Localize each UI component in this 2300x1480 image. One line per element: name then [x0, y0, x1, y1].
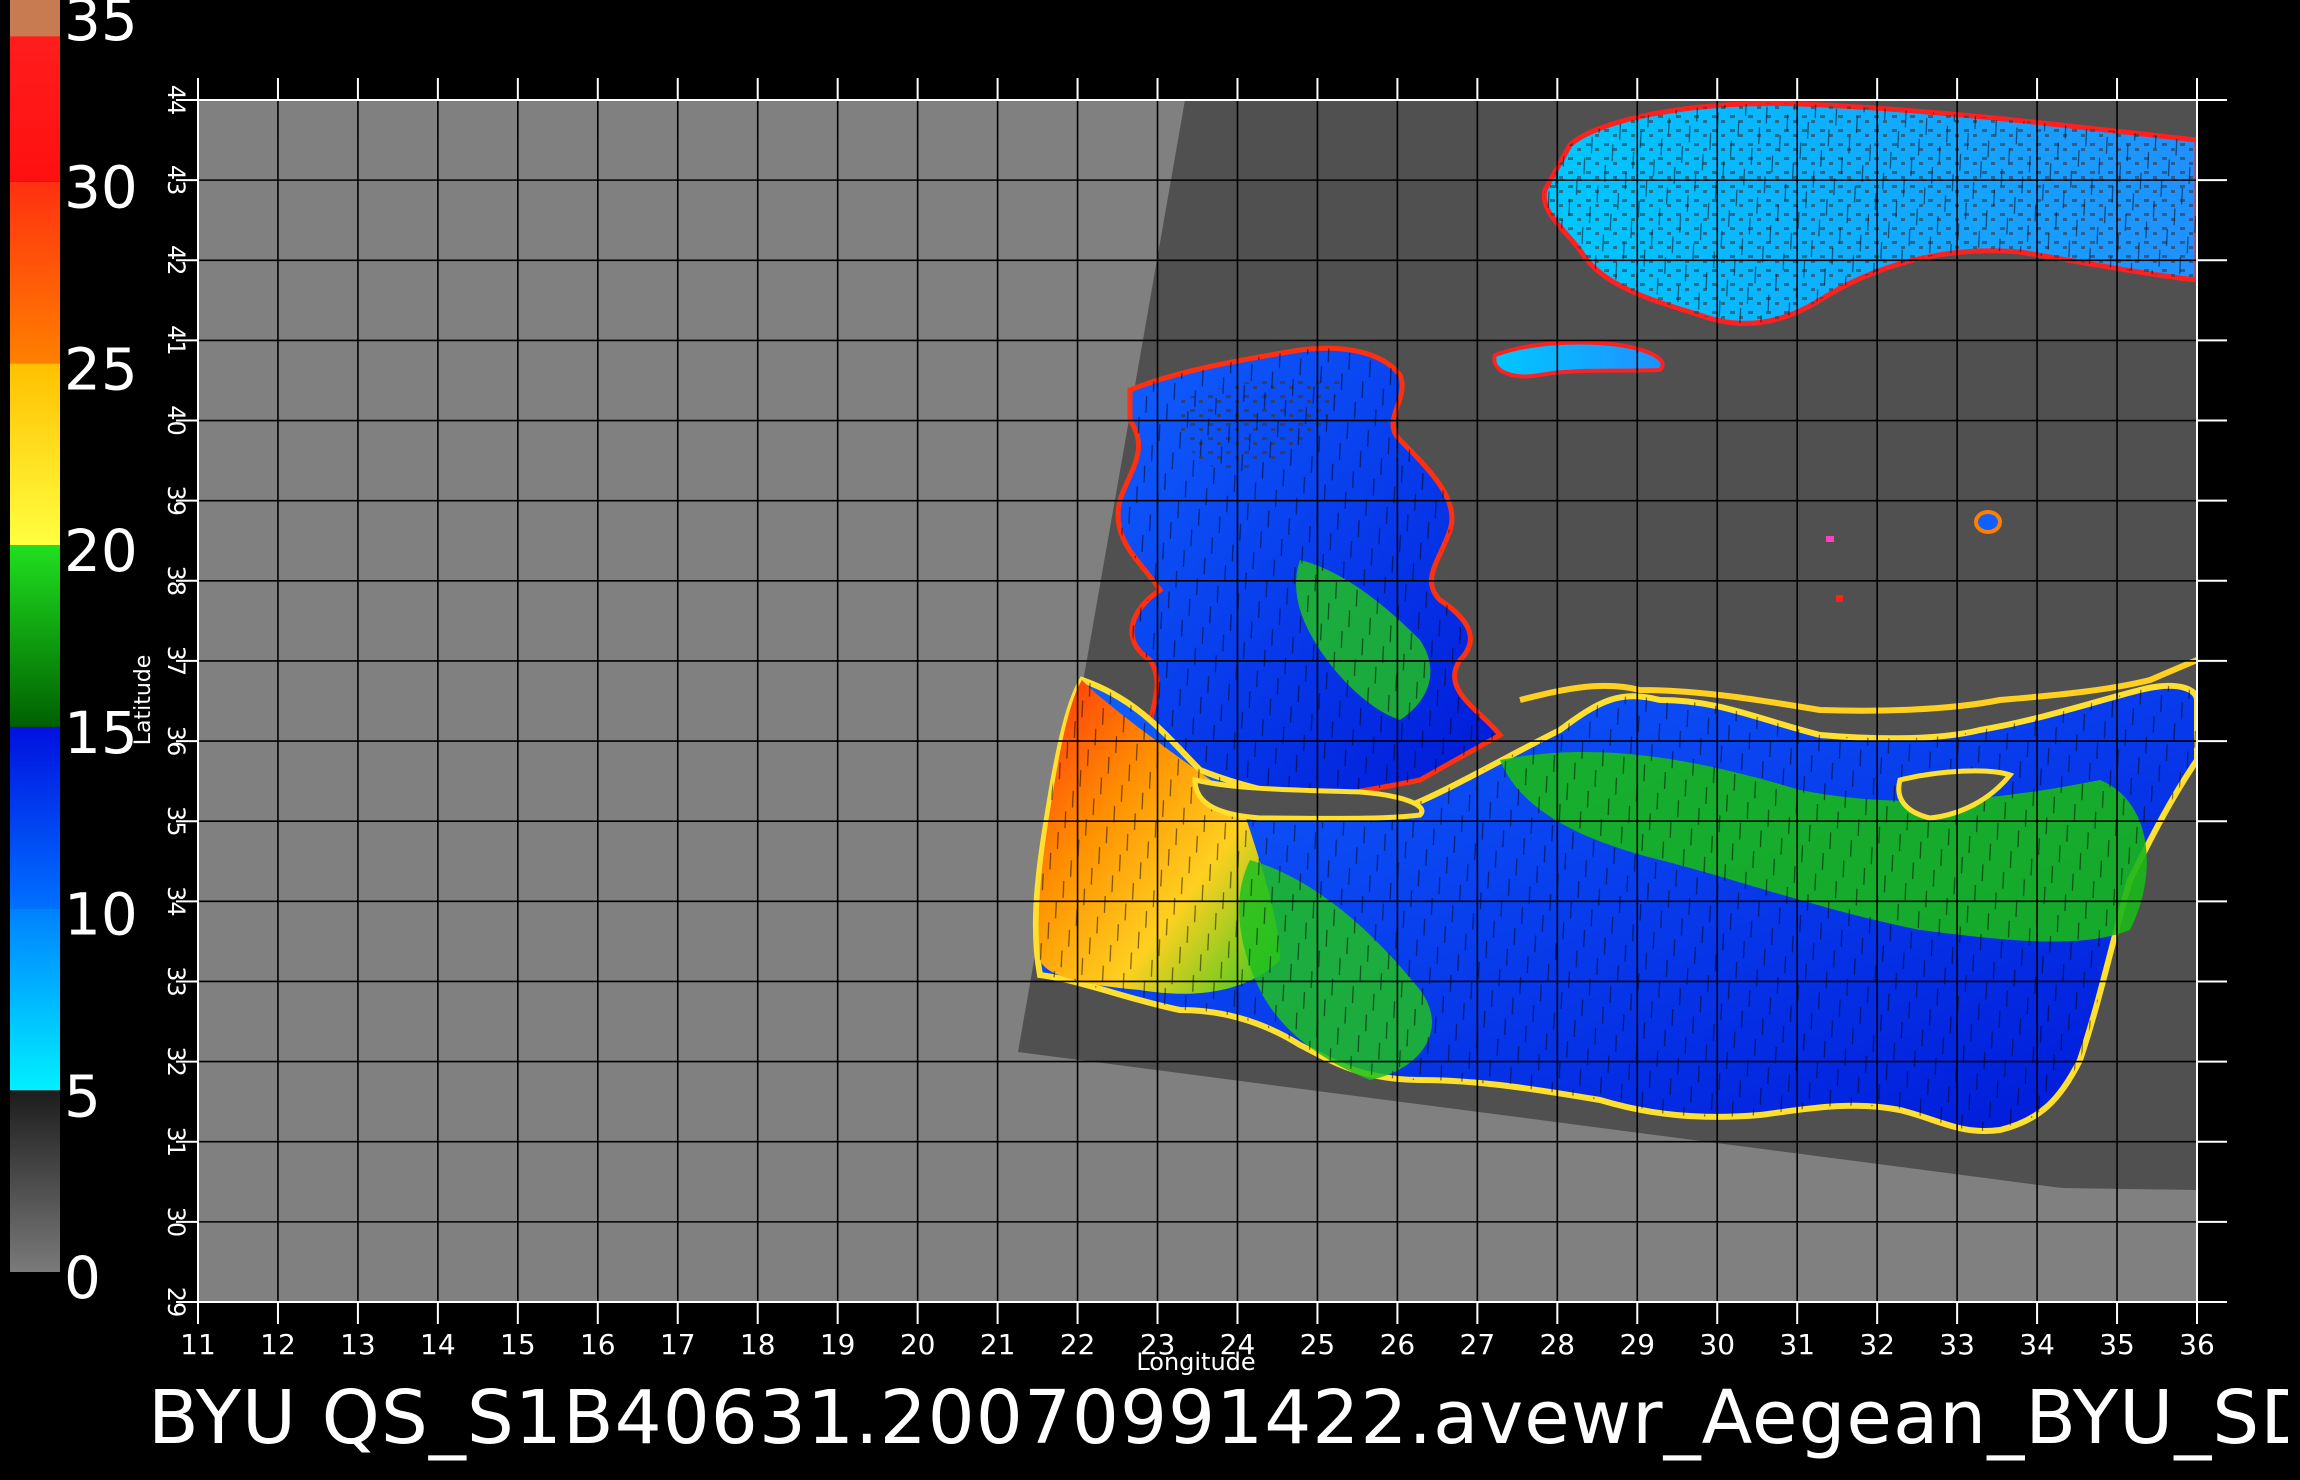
x-tick-label: 35: [2099, 1328, 2135, 1361]
swath: [1018, 100, 2197, 1190]
y-tick-label: 43: [162, 165, 190, 196]
product-title: BYU QS_S1B40631.20070991422.avewr_Aegean…: [148, 1375, 2288, 1461]
y-tick-label: 33: [162, 966, 190, 997]
colorbar-segment: [10, 181, 60, 364]
x-tick-label: 36: [2179, 1328, 2215, 1361]
colorbar-label: 25: [64, 335, 138, 403]
y-tick-label: 36: [162, 726, 190, 757]
x-tick-label: 30: [1699, 1328, 1735, 1361]
colorbar-segment: [10, 908, 60, 1091]
colorbar-segment: [10, 545, 60, 727]
wind-speed-map: 0 5 10 15 20 25 30 35 11 12 13 14 15 16 17 18 1…: [10, 0, 2227, 1376]
colorbar-segment: [10, 726, 60, 909]
x-tick-label: 28: [1539, 1328, 1575, 1361]
x-tick-label: 29: [1619, 1328, 1655, 1361]
colorbar-label: 5: [64, 1062, 101, 1130]
x-tick-label: 26: [1380, 1328, 1416, 1361]
x-tick-label: 14: [420, 1328, 456, 1361]
x-tick-label: 15: [500, 1328, 536, 1361]
colorbar-label: 10: [64, 881, 138, 949]
x-tick-label: 25: [1300, 1328, 1336, 1361]
x-tick-label: 13: [340, 1328, 376, 1361]
y-tick-label: 37: [162, 646, 190, 677]
plot-area: [197, 99, 2198, 1303]
y-tick-label: 41: [162, 325, 190, 356]
colorbar-segment: [10, 1090, 60, 1272]
lake-1: [1974, 510, 2002, 534]
y-tick-label: 34: [162, 886, 190, 917]
x-tick-label: 21: [980, 1328, 1016, 1361]
x-tick-label: 17: [660, 1328, 696, 1361]
y-tick-label: 39: [162, 485, 190, 516]
x-tick-label: 34: [2019, 1328, 2055, 1361]
colorbar-labels: 0 5 10 15 20 25 30 35: [64, 0, 138, 1312]
x-tick-label: 20: [900, 1328, 936, 1361]
x-tick-label: 19: [820, 1328, 856, 1361]
y-axis-label: Latitude: [131, 655, 156, 746]
y-tick-label: 30: [162, 1207, 190, 1238]
lake-2: [1826, 536, 1834, 542]
x-tick-label: 11: [180, 1328, 216, 1361]
x-tick-label: 33: [1939, 1328, 1975, 1361]
colorbar-segment: [10, 363, 60, 546]
x-tick-label: 31: [1779, 1328, 1815, 1361]
y-tick-label: 32: [162, 1046, 190, 1077]
colorbar: [10, 0, 60, 1272]
x-tick-label: 27: [1460, 1328, 1496, 1361]
x-tick-label: 12: [260, 1328, 296, 1361]
x-tick-label: 18: [740, 1328, 776, 1361]
y-tick-label: 35: [162, 806, 190, 837]
x-tick-label: 32: [1859, 1328, 1895, 1361]
colorbar-label: 0: [64, 1244, 101, 1312]
colorbar-label: 15: [64, 699, 138, 767]
y-tick-label: 38: [162, 566, 190, 597]
y-tick-label: 42: [162, 245, 190, 276]
colorbar-label: 30: [64, 154, 138, 222]
x-tick-label: 22: [1060, 1328, 1096, 1361]
y-tick-label: 44: [162, 85, 190, 116]
colorbar-segment: [10, 0, 60, 37]
y-tick-label: 40: [162, 405, 190, 436]
colorbar-label: 35: [64, 0, 138, 54]
colorbar-label: 20: [64, 517, 138, 585]
x-tick-label: 16: [580, 1328, 616, 1361]
y-tick-label: 29: [162, 1287, 190, 1318]
lake-3: [1836, 595, 1843, 602]
y-axis-tick-labels: 29 30 31 32 33 34 35 36 37 38 39 40 41 42 43 44: [162, 85, 190, 1318]
y-tick-label: 31: [162, 1126, 190, 1157]
